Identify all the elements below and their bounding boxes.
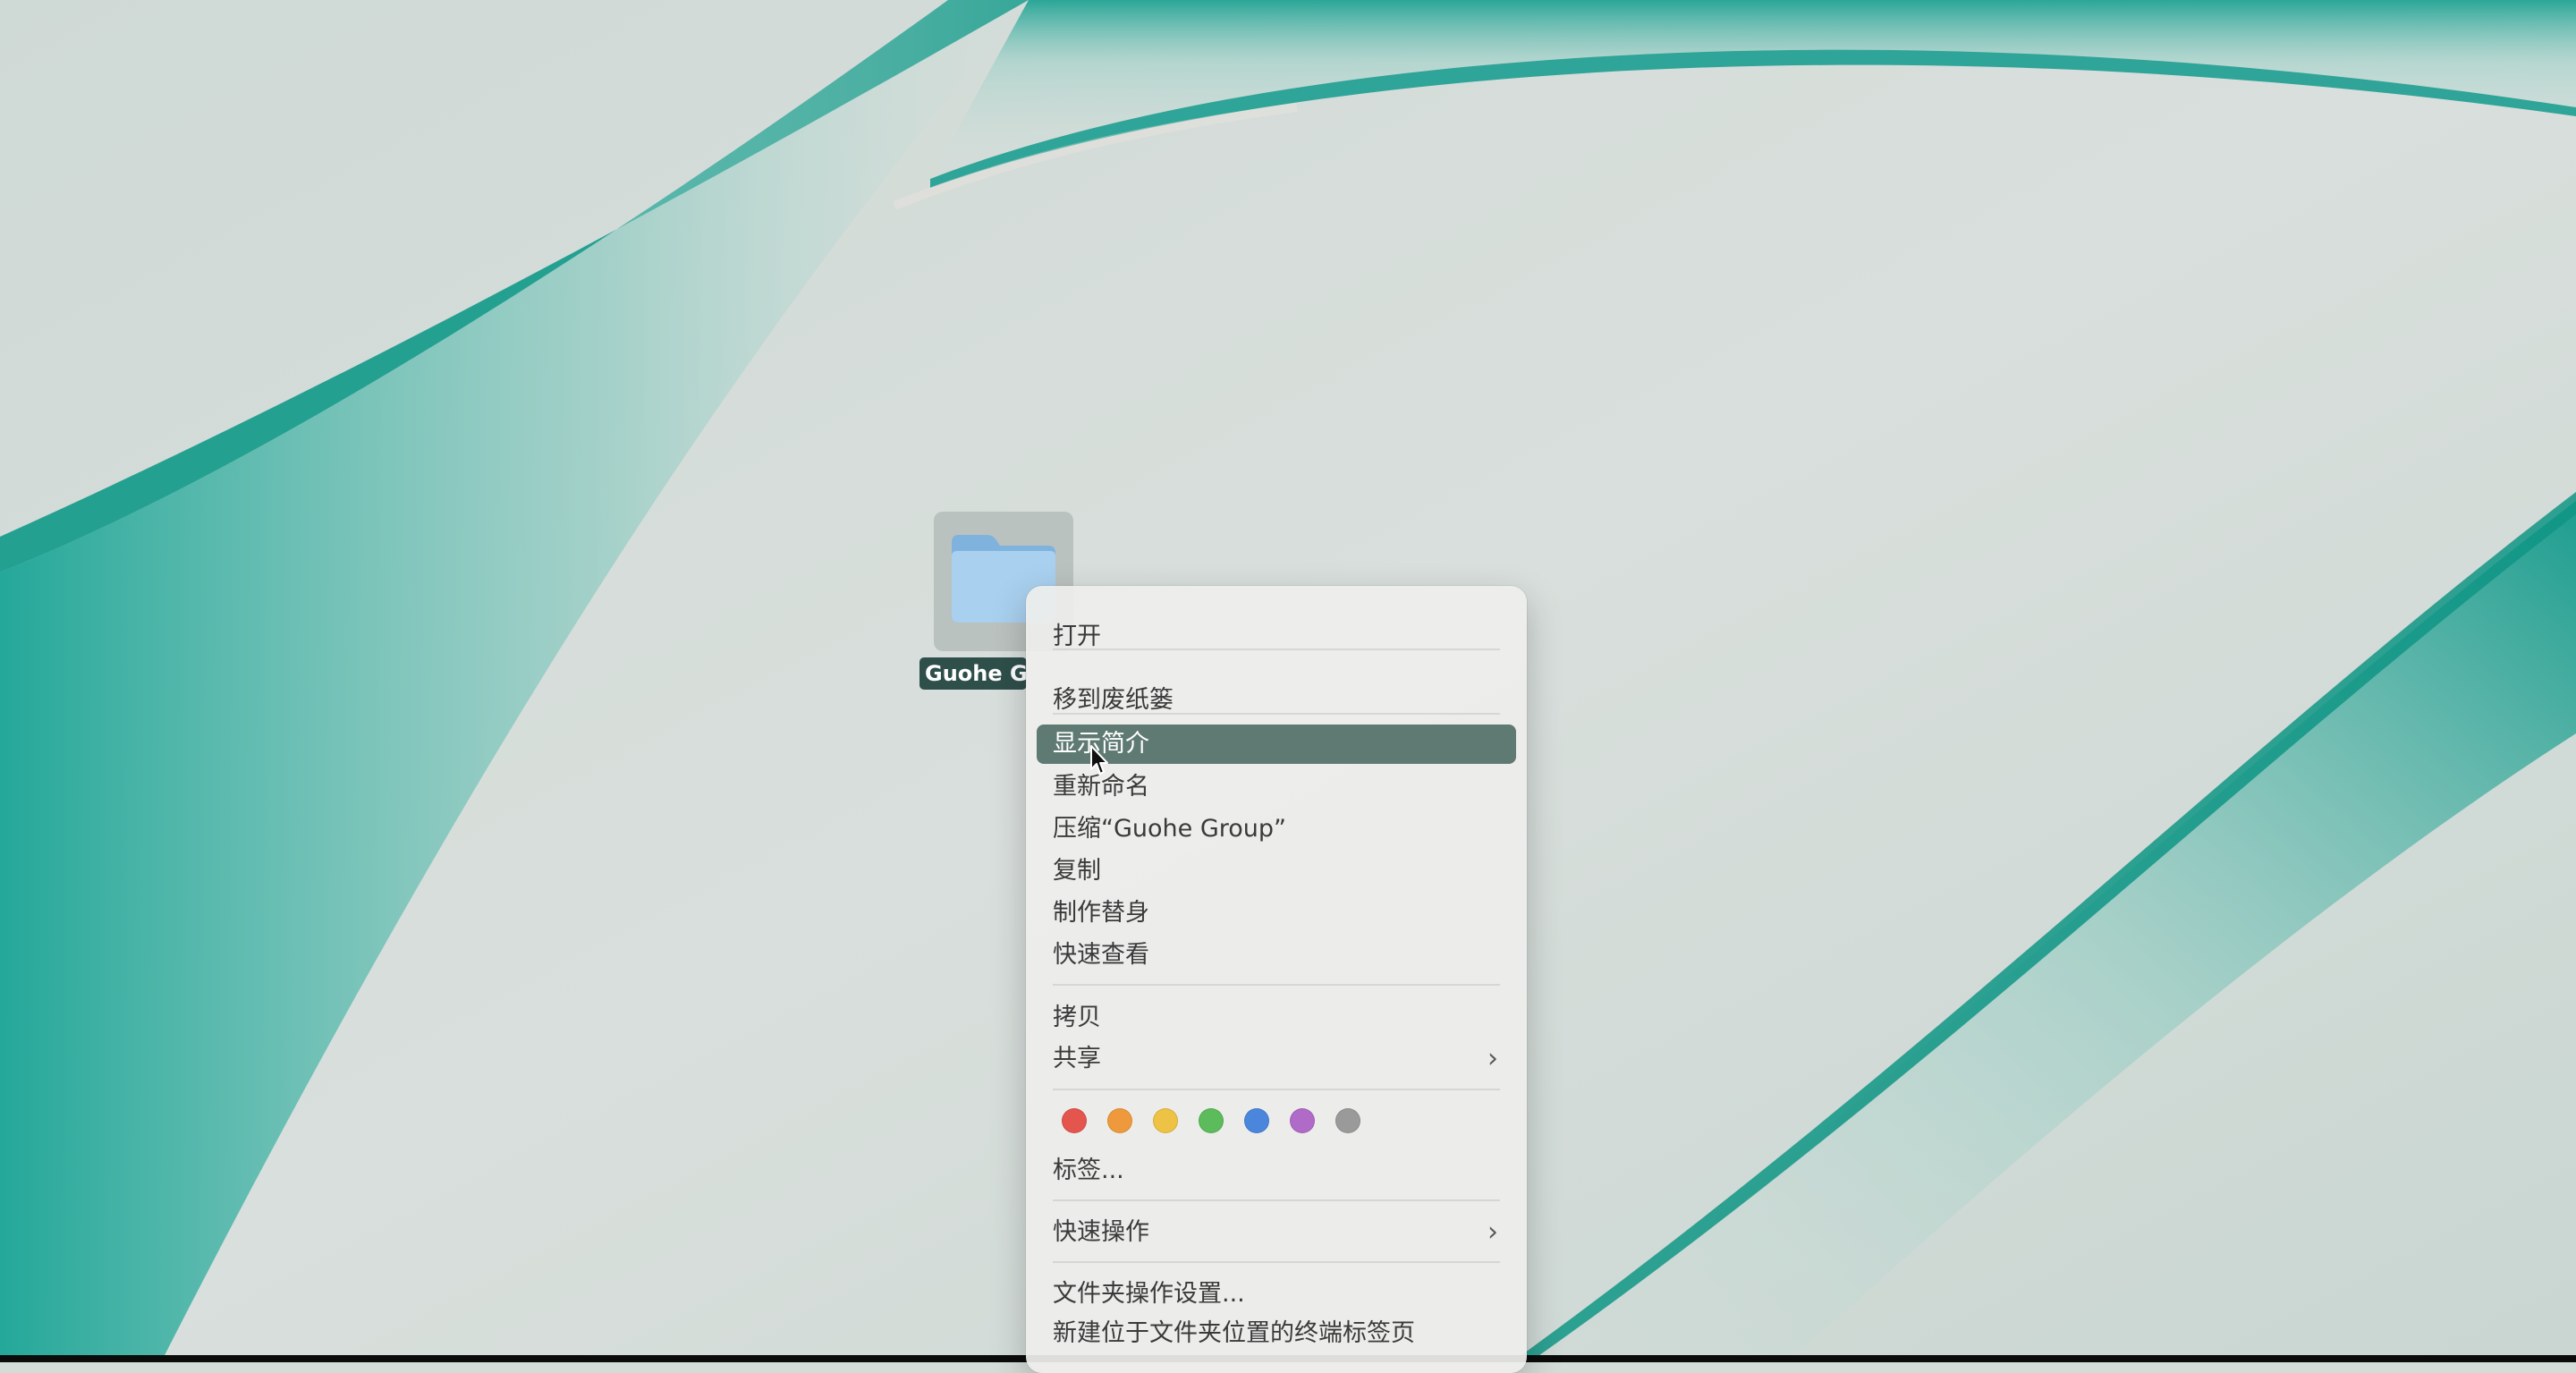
arrow-cursor-icon [1090, 745, 1108, 775]
menu-separator [1053, 1089, 1500, 1090]
menu-item-open[interactable]: 打开 [1037, 617, 1516, 657]
tag-yellow-dot[interactable] [1153, 1108, 1178, 1133]
menu-item-label: 文件夹操作设置... [1053, 1280, 1245, 1308]
menu-item-label: 快速操作 [1053, 1218, 1149, 1246]
chevron-right-icon: › [1487, 1216, 1498, 1248]
menu-item-label: 新建位于文件夹位置的终端标签页 [1053, 1319, 1415, 1347]
menu-item-share[interactable]: 共享 › [1037, 1039, 1516, 1079]
folder-name-label[interactable]: Guohe G [919, 657, 1027, 690]
tag-orange-dot[interactable] [1107, 1108, 1132, 1133]
menu-item-copy[interactable]: 拷贝 [1037, 998, 1516, 1038]
menu-separator [1053, 648, 1500, 650]
menu-item-new-terminal-tab[interactable]: 新建位于文件夹位置的终端标签页 [1037, 1314, 1516, 1353]
tag-blue-dot[interactable] [1244, 1108, 1269, 1133]
chevron-right-icon: › [1487, 1043, 1498, 1074]
menu-separator [1053, 1261, 1500, 1263]
tag-gray-dot[interactable] [1335, 1108, 1360, 1133]
menu-separator [1053, 713, 1500, 715]
menu-item-label: 快速查看 [1053, 941, 1149, 969]
menu-item-label: 打开 [1053, 623, 1101, 650]
menu-separator [1053, 1199, 1500, 1201]
menu-item-duplicate[interactable]: 复制 [1037, 852, 1516, 891]
context-menu: 打开 移到废纸篓 显示简介 重新命名 压缩“Guohe Group” 复制 制作… [1026, 586, 1527, 1373]
menu-item-label: 拷贝 [1053, 1004, 1101, 1031]
menu-item-label: 复制 [1053, 857, 1101, 885]
menu-item-label: 制作替身 [1053, 899, 1149, 927]
tag-green-dot[interactable] [1199, 1108, 1224, 1133]
menu-item-compress[interactable]: 压缩“Guohe Group” [1037, 809, 1516, 849]
menu-item-tags[interactable]: 标签... [1037, 1151, 1516, 1191]
menu-item-label: 标签... [1053, 1157, 1124, 1184]
menu-separator [1053, 984, 1500, 986]
menu-item-label: 压缩“Guohe Group” [1053, 815, 1287, 843]
tag-purple-dot[interactable] [1290, 1108, 1315, 1133]
menu-item-quick-look[interactable]: 快速查看 [1037, 936, 1516, 975]
menu-item-folder-actions-setup[interactable]: 文件夹操作设置... [1037, 1275, 1516, 1314]
menu-item-label: 共享 [1053, 1045, 1101, 1072]
menu-item-quick-actions[interactable]: 快速操作 › [1037, 1213, 1516, 1252]
menu-item-make-alias[interactable]: 制作替身 [1037, 894, 1516, 933]
tag-red-dot[interactable] [1062, 1108, 1087, 1133]
